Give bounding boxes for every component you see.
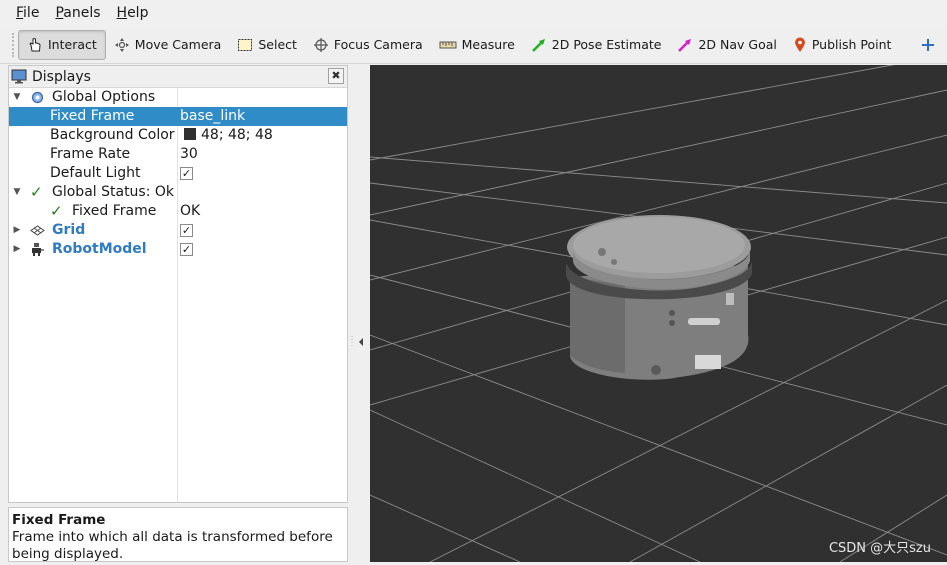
move-arrows-icon	[114, 37, 129, 52]
checkmark-icon: ✓	[30, 183, 43, 201]
color-value-text: 48; 48; 48	[201, 127, 273, 143]
row-label: Fixed Frame	[72, 203, 157, 219]
checkmark-icon: ✓	[50, 202, 63, 220]
toolbar-grip[interactable]	[12, 32, 14, 57]
publish-point-tool-button[interactable]: Publish Point	[785, 30, 900, 60]
displays-title-bar: Displays	[9, 66, 347, 88]
robot-model-checkbox-cell: ✓	[180, 240, 193, 259]
magenta-arrow-icon	[678, 38, 692, 52]
description-text: Frame into which all data is transformed…	[12, 529, 333, 562]
tree-row-global-status[interactable]: ▼ ✓ Global Status: Ok	[9, 183, 347, 202]
robot-icon	[30, 240, 45, 259]
tree-row-fixed-frame-status[interactable]: ✓ Fixed Frame OK	[9, 202, 347, 221]
gear-icon	[30, 88, 45, 107]
pose-estimate-tool-button[interactable]: 2D Pose Estimate	[523, 30, 670, 60]
splitter-handle[interactable]	[350, 330, 368, 354]
row-label: RobotModel	[52, 241, 147, 257]
plus-icon	[922, 38, 935, 51]
grid-icon	[30, 221, 45, 240]
grid-checkbox-cell: ✓	[180, 221, 193, 240]
measure-label: Measure	[461, 37, 515, 52]
row-label: Grid	[52, 222, 86, 238]
row-label: Frame Rate	[50, 146, 131, 162]
focus-camera-label: Focus Camera	[333, 37, 423, 52]
row-label: Default Light	[50, 165, 141, 181]
grid-enabled-checkbox[interactable]: ✓	[180, 224, 193, 237]
expand-right-icon[interactable]: ▶	[12, 240, 22, 259]
fixed-frame-value[interactable]: base_link	[180, 107, 245, 126]
watermark: CSDN @大只szu	[828, 541, 931, 556]
menu-panels[interactable]: Panels	[47, 0, 108, 26]
expand-down-icon[interactable]: ▼	[12, 88, 22, 107]
select-label: Select	[258, 37, 297, 52]
tools-toolbar: Interact Move Camera Select Focus Camera…	[0, 26, 947, 64]
robot-model-render	[566, 215, 753, 380]
color-swatch	[184, 128, 196, 140]
menu-bar: File Panels Help	[0, 0, 947, 26]
menu-file[interactable]: File	[8, 0, 47, 26]
tree-row-global-options[interactable]: ▼ Global Options	[9, 88, 347, 107]
pose-estimate-label: 2D Pose Estimate	[551, 37, 662, 52]
row-label: Background Color	[50, 127, 175, 143]
tree-row-grid[interactable]: ▶ Grid ✓	[9, 221, 347, 240]
background-color-value[interactable]: 48; 48; 48	[180, 126, 273, 145]
select-box-icon	[238, 38, 253, 51]
interact-label: Interact	[48, 37, 97, 52]
tree-row-default-light[interactable]: Default Light ✓	[9, 164, 347, 183]
focus-camera-tool-button[interactable]: Focus Camera	[305, 30, 431, 60]
robot-model-enabled-checkbox[interactable]: ✓	[180, 243, 193, 256]
default-light-checkbox[interactable]: ✓	[180, 167, 193, 180]
default-light-checkbox-cell: ✓	[180, 164, 193, 183]
hand-pointer-icon	[29, 37, 41, 51]
move-camera-label: Move Camera	[134, 37, 222, 52]
interact-tool-button[interactable]: Interact	[18, 29, 106, 60]
description-title: Fixed Frame	[12, 512, 106, 528]
move-camera-tool-button[interactable]: Move Camera	[106, 30, 230, 60]
menu-help[interactable]: Help	[109, 0, 157, 26]
map-pin-icon	[794, 37, 805, 52]
tree-row-background-color[interactable]: Background Color 48; 48; 48	[9, 126, 347, 145]
add-tool-button[interactable]	[915, 30, 946, 60]
nav-goal-tool-button[interactable]: 2D Nav Goal	[669, 30, 784, 60]
displays-tree: ▼ Global Options Fixed Frame base_link B…	[9, 88, 347, 502]
displays-panel: Displays ✖ ▼ Global Options Fixed Frame …	[8, 65, 348, 503]
row-label: Global Options	[52, 89, 156, 105]
status-value: OK	[180, 203, 201, 219]
nav-goal-label: 2D Nav Goal	[698, 37, 777, 52]
render-viewport[interactable]: CSDN @大只szu	[370, 65, 947, 562]
property-description-panel: Fixed Frame Frame into which all data is…	[8, 507, 348, 562]
monitor-icon	[11, 69, 27, 84]
close-panel-button[interactable]: ✖	[328, 68, 344, 84]
frame-rate-value[interactable]: 30	[180, 145, 198, 164]
expand-down-icon[interactable]: ▼	[12, 183, 22, 202]
publish-point-label: Publish Point	[811, 37, 892, 52]
collapse-left-icon	[351, 336, 363, 348]
tree-row-robot-model[interactable]: ▶ RobotModel ✓	[9, 240, 347, 259]
ruler-icon	[439, 41, 457, 48]
displays-title: Displays	[32, 68, 91, 85]
focus-target-icon	[313, 37, 328, 52]
row-label: Global Status: Ok	[52, 184, 175, 200]
measure-tool-button[interactable]: Measure	[431, 30, 523, 60]
select-tool-button[interactable]: Select	[229, 30, 305, 60]
row-label: Fixed Frame	[50, 108, 135, 124]
tree-row-fixed-frame[interactable]: Fixed Frame base_link	[9, 107, 347, 126]
expand-right-icon[interactable]: ▶	[12, 221, 22, 240]
tree-row-frame-rate[interactable]: Frame Rate 30	[9, 145, 347, 164]
green-arrow-icon	[531, 38, 545, 52]
